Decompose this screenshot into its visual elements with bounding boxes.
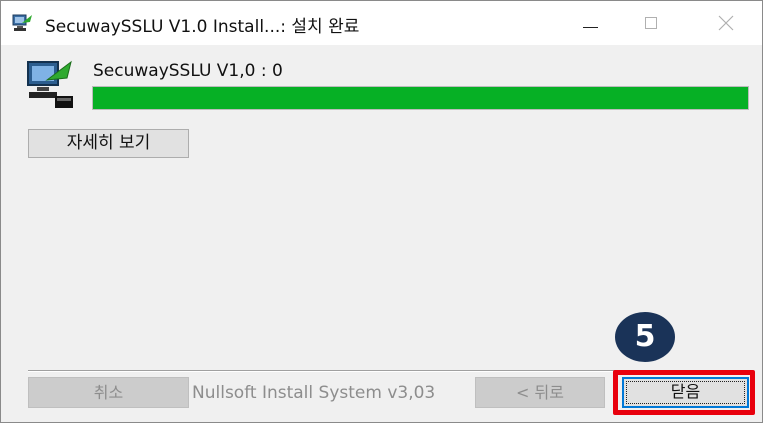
install-progress-bar — [92, 86, 749, 110]
title-bar: SecuwaySSLU V1.0 Install...: 설치 완료 — [1, 1, 762, 45]
close-button-highlight — [613, 370, 755, 415]
progress-fill — [93, 87, 748, 109]
install-status-text: SecuwaySSLU V1,0 : 0 — [93, 61, 283, 81]
minimize-icon — [583, 27, 598, 28]
window-title: SecuwaySSLU V1.0 Install...: 설치 완료 — [45, 17, 360, 37]
cancel-button: 취소 — [28, 377, 189, 408]
minimize-button[interactable] — [562, 1, 618, 45]
show-details-button[interactable]: 자세히 보기 — [28, 129, 189, 158]
back-button: < 뒤로 — [475, 377, 605, 408]
installer-app-icon — [12, 14, 32, 31]
close-icon — [718, 15, 734, 31]
step-number-badge: 5 — [615, 312, 675, 362]
computer-install-icon — [27, 60, 73, 108]
maximize-icon — [645, 17, 657, 29]
maximize-button — [623, 1, 679, 45]
nsis-branding: Nullsoft Install System v3,03 — [192, 383, 436, 403]
window-close-button — [698, 1, 754, 45]
